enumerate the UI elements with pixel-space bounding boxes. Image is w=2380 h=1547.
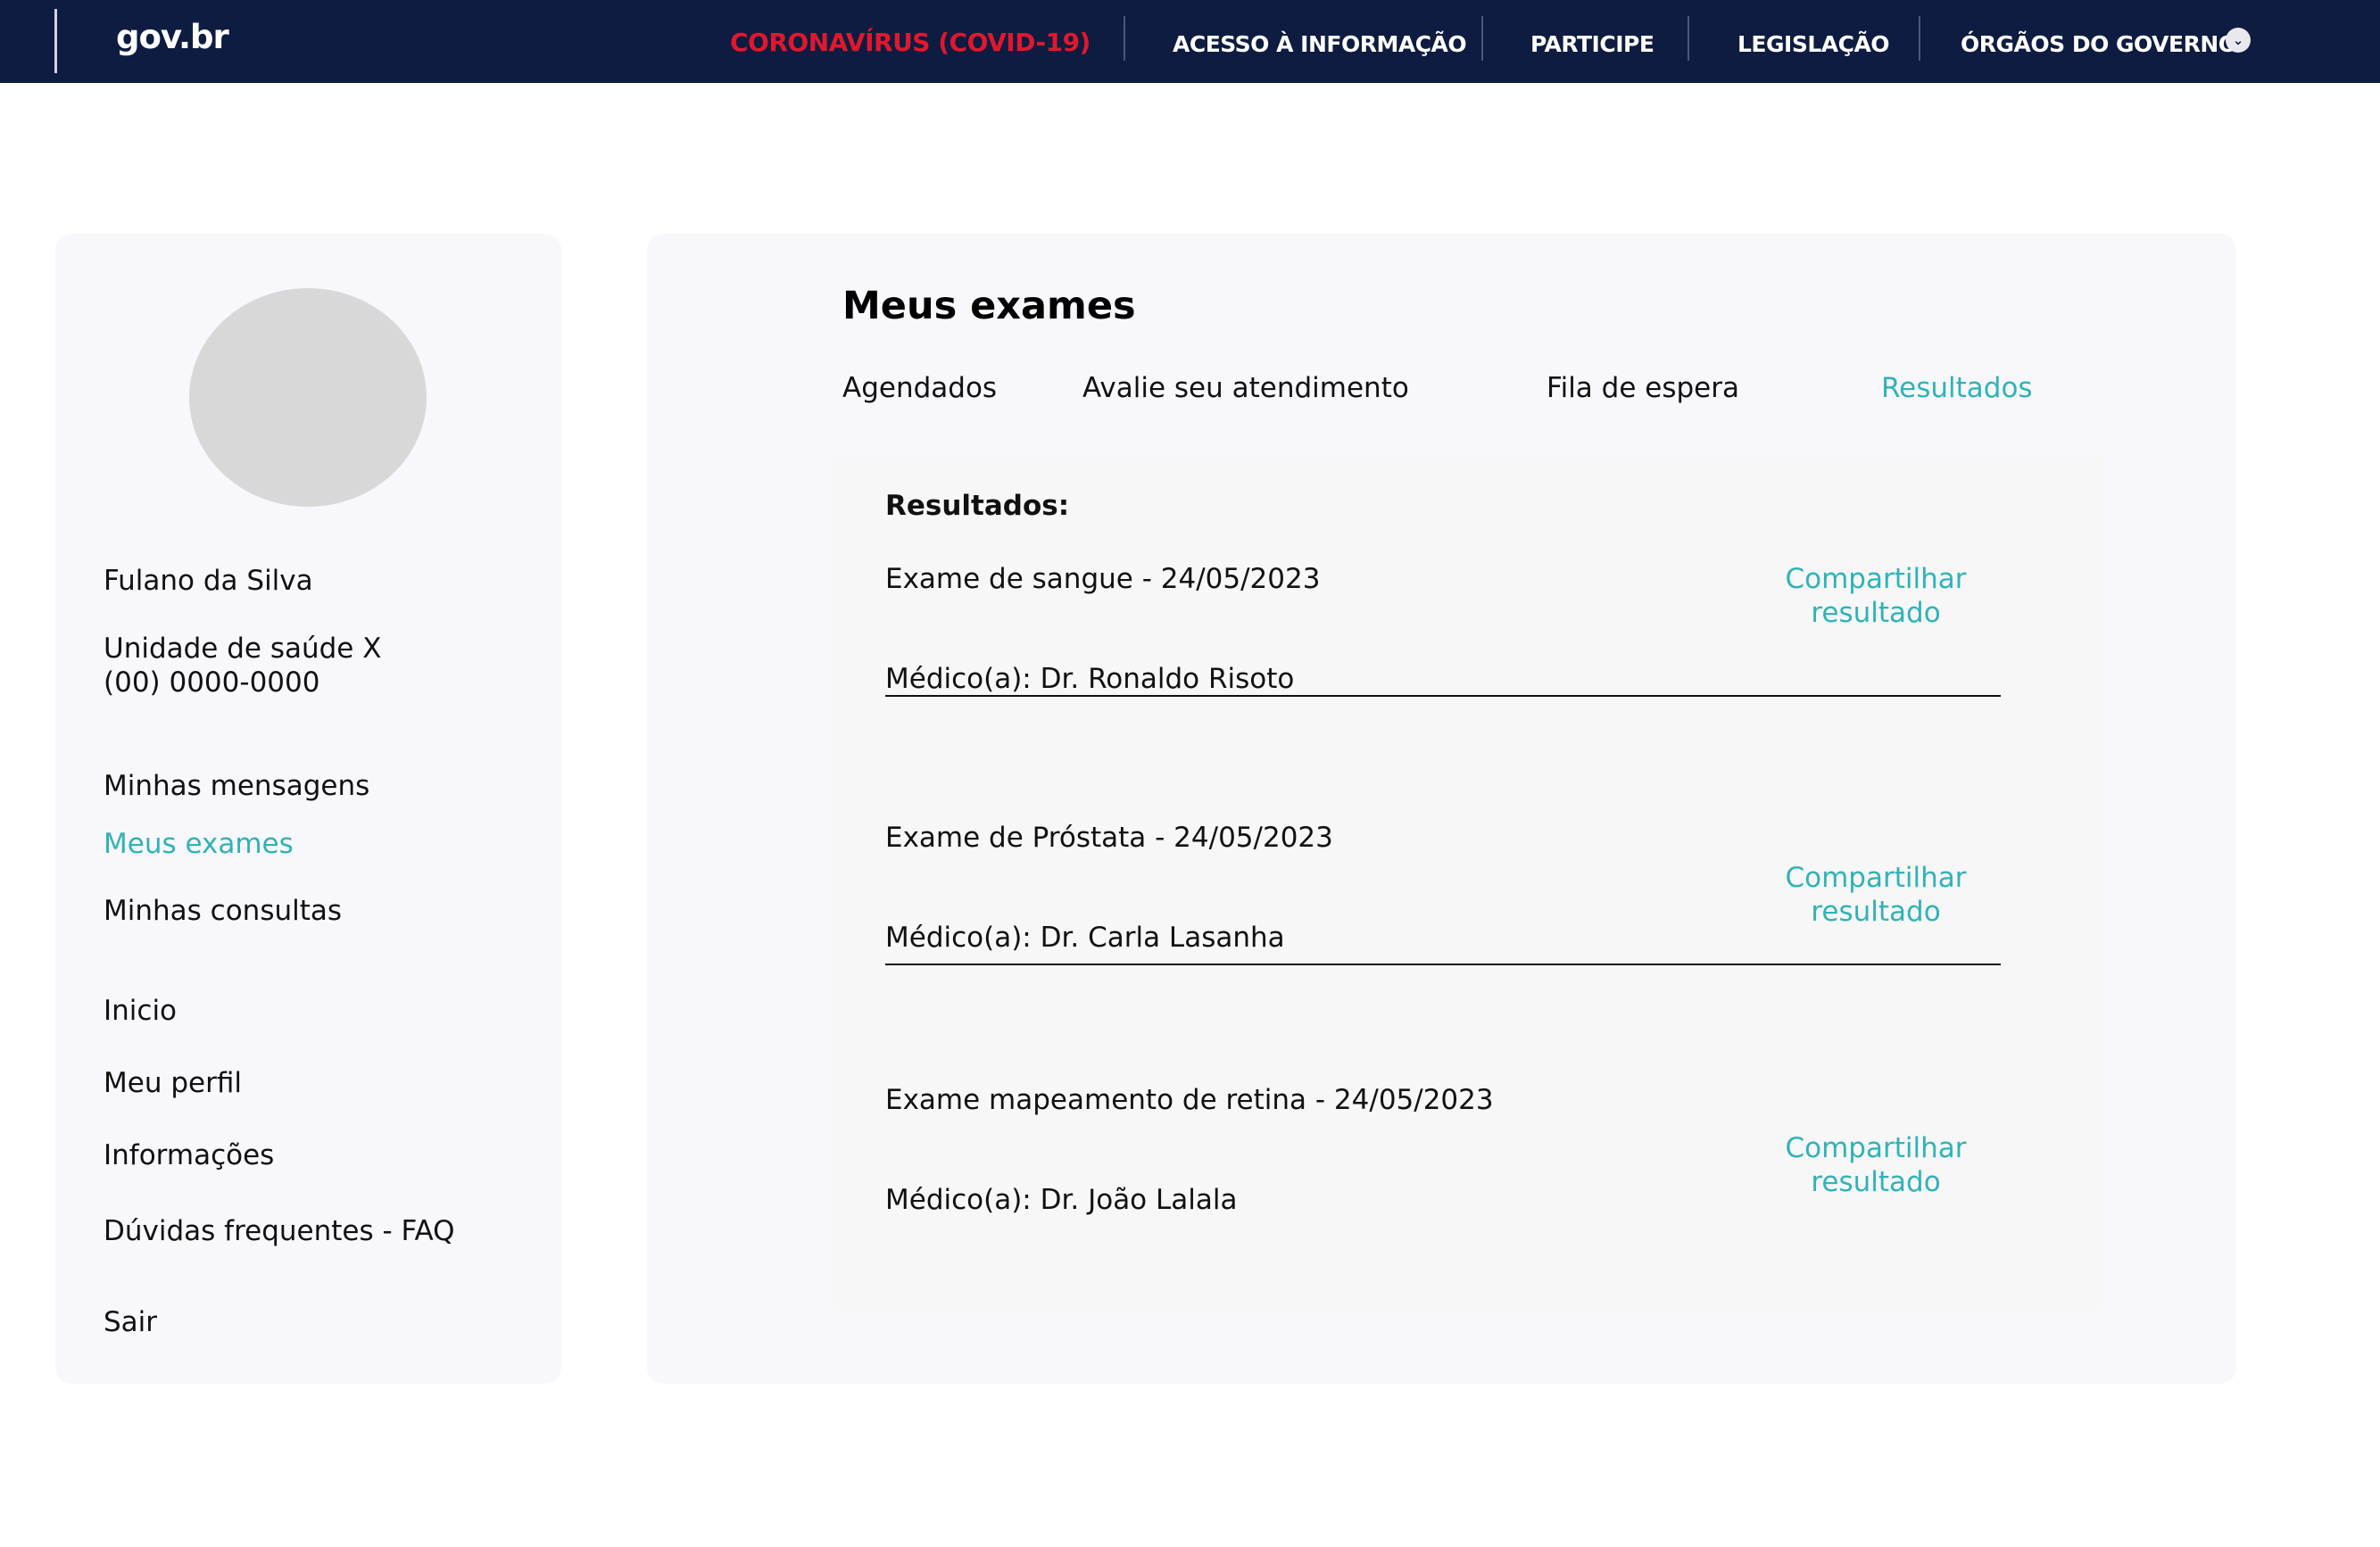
sidebar-item-faq[interactable]: Dúvidas frequentes - FAQ	[104, 1214, 455, 1248]
user-name: Fulano da Silva	[104, 565, 313, 597]
sidebar-item-exams[interactable]: Meus exames	[104, 827, 294, 861]
share-label-line1: Compartilhar	[1785, 862, 1967, 894]
exam-doctor: Médico(a): Dr. Carla Lasanha	[885, 922, 1285, 954]
tab-waiting-list[interactable]: Fila de espera	[1547, 371, 1739, 405]
nav-covid-link[interactable]: CORONAVÍRUS (COVID-19)	[730, 26, 1090, 60]
exam-divider	[885, 964, 2001, 965]
exam-doctor: Médico(a): Dr. Ronaldo Risoto	[885, 663, 1295, 695]
sidebar-item-logout[interactable]: Sair	[104, 1305, 157, 1339]
tab-results[interactable]: Resultados	[1881, 371, 2033, 405]
share-label-line2: resultado	[1811, 1166, 1941, 1198]
sidebar: Fulano da Silva Unidade de saúde X (00) …	[55, 234, 561, 1384]
share-result-button[interactable]: Compartilhar resultado	[1778, 1131, 1974, 1199]
share-result-button[interactable]: Compartilhar resultado	[1778, 861, 1974, 929]
nav-orgaos-governo-link[interactable]: ÓRGÃOS DO GOVERNO	[1961, 28, 2237, 62]
nav-separator	[1688, 16, 1689, 61]
govbr-logo[interactable]: gov.br	[116, 18, 229, 56]
sidebar-item-messages[interactable]: Minhas mensagens	[104, 769, 369, 803]
share-result-button[interactable]: Compartilhar resultado	[1778, 562, 1974, 630]
exam-name: Exame de Próstata - 24/05/2023	[885, 822, 1333, 854]
health-unit-phone: (00) 0000-0000	[104, 666, 320, 699]
exam-name: Exame mapeamento de retina - 24/05/2023	[885, 1084, 1494, 1116]
page-title: Meus exames	[842, 284, 1136, 328]
left-divider	[54, 9, 57, 73]
share-label-line1: Compartilhar	[1785, 563, 1967, 595]
sidebar-item-information[interactable]: Informações	[104, 1138, 274, 1172]
nav-access-information-link[interactable]: ACESSO À INFORMAÇÃO	[1173, 28, 1467, 62]
nav-participe-link[interactable]: PARTICIPE	[1530, 28, 1654, 62]
chevron-down-icon[interactable]: ⌄	[2226, 28, 2251, 53]
exam-name: Exame de sangue - 24/05/2023	[885, 563, 1321, 595]
share-label-line2: resultado	[1811, 597, 1941, 629]
main-content: Meus exames Agendados Avalie seu atendim…	[647, 234, 2236, 1384]
nav-separator	[1481, 16, 1483, 61]
sidebar-item-profile[interactable]: Meu perfil	[104, 1066, 242, 1100]
results-heading: Resultados:	[885, 490, 1070, 522]
share-label-line1: Compartilhar	[1785, 1132, 1967, 1164]
share-label-line2: resultado	[1811, 896, 1941, 928]
gov-top-bar: gov.br CORONAVÍRUS (COVID-19) ACESSO À I…	[0, 0, 2380, 83]
exam-divider	[885, 695, 2001, 697]
avatar[interactable]	[189, 288, 427, 507]
health-unit-name: Unidade de saúde X	[104, 633, 382, 665]
nav-separator	[1919, 16, 1920, 61]
tab-scheduled[interactable]: Agendados	[842, 371, 997, 405]
nav-legislacao-link[interactable]: LEGISLAÇÃO	[1737, 28, 1890, 62]
tab-rate-service[interactable]: Avalie seu atendimento	[1082, 371, 1409, 405]
results-panel: Resultados: Exame de sangue - 24/05/2023…	[834, 455, 2102, 1311]
sidebar-item-home[interactable]: Inicio	[104, 994, 177, 1028]
nav-separator	[1124, 16, 1125, 61]
sidebar-item-appointments[interactable]: Minhas consultas	[104, 894, 342, 928]
exam-doctor: Médico(a): Dr. João Lalala	[885, 1184, 1238, 1216]
